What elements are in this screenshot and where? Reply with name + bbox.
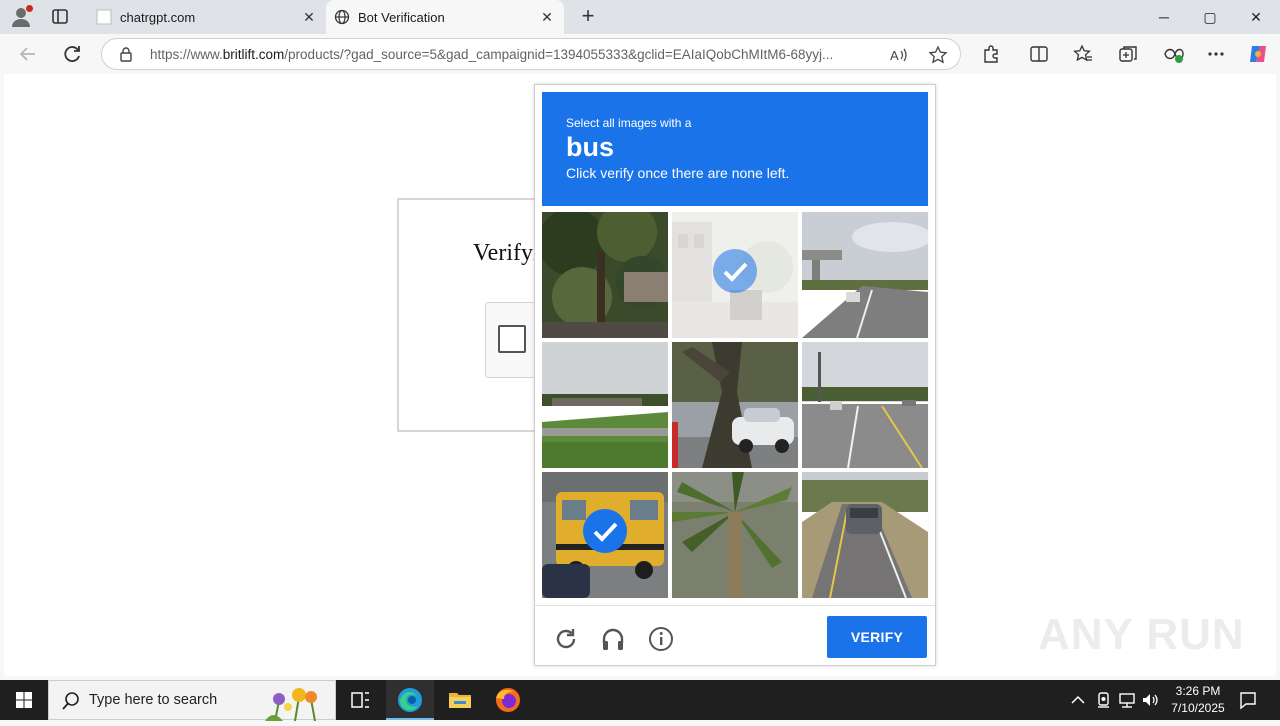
image-tile[interactable]	[802, 472, 928, 598]
close-window-button[interactable]: ✕	[1233, 0, 1279, 34]
browser-essentials-icon[interactable]	[1162, 44, 1184, 64]
tab-title: Bot Verification	[358, 10, 445, 25]
show-hidden-icons-chevron-up-icon[interactable]	[1068, 690, 1088, 710]
image-tile[interactable]	[672, 212, 798, 338]
volume-icon[interactable]	[1140, 690, 1160, 710]
watermark-text: ANY RUN	[1038, 610, 1245, 659]
copilot-icon[interactable]	[1247, 43, 1267, 63]
image-grid	[542, 212, 928, 598]
tab-strip: chatrgpt.com ✕ Bot Verification ✕ + ─ ▢ …	[0, 0, 1280, 34]
tab-close-icon[interactable]: ✕	[300, 8, 318, 26]
refresh-icon[interactable]	[59, 41, 85, 67]
refresh-icon[interactable]	[553, 626, 579, 652]
address-bar[interactable]: https://www.britlift.com/products/?gad_s…	[101, 38, 961, 70]
task-view-icon[interactable]	[336, 680, 384, 720]
image-tile[interactable]	[802, 342, 928, 468]
page-viewport: Verifyi Select all images with a bus Cli…	[4, 74, 1276, 676]
clock-date: 7/10/2025	[1171, 701, 1225, 715]
profile-avatar-icon[interactable]	[10, 5, 33, 28]
clock-time: 3:26 PM	[1175, 684, 1221, 698]
taskbar-search-box[interactable]: Type here to search	[48, 680, 336, 722]
back-arrow-icon[interactable]	[15, 41, 41, 67]
headphones-icon[interactable]	[600, 626, 626, 652]
image-tile[interactable]	[802, 212, 928, 338]
new-tab-button[interactable]: +	[576, 5, 600, 28]
windows-start-icon[interactable]	[0, 680, 48, 720]
firefox-icon[interactable]	[484, 680, 532, 720]
image-tile[interactable]	[672, 472, 798, 598]
search-placeholder: Type here to search	[89, 692, 218, 708]
maximize-button[interactable]: ▢	[1187, 0, 1233, 34]
favorites-icon[interactable]	[1073, 44, 1093, 64]
tab-close-icon[interactable]: ✕	[538, 8, 556, 26]
edge-browser-icon[interactable]	[386, 680, 434, 720]
tab-chatrgpt[interactable]: chatrgpt.com ✕	[88, 0, 326, 34]
profile-notification-dot	[26, 5, 33, 12]
url-domain: britlift.com	[222, 47, 285, 62]
notifications-icon[interactable]	[1238, 690, 1258, 710]
instruction-line: Select all images with a	[566, 116, 692, 130]
challenge-header: Select all images with a bus Click verif…	[542, 92, 928, 206]
browser-toolbar: https://www.britlift.com/products/?gad_s…	[0, 34, 1280, 74]
favorite-star-icon[interactable]	[928, 45, 948, 65]
tab-title: chatrgpt.com	[120, 10, 196, 25]
captcha-challenge: Select all images with a bus Click verif…	[534, 84, 936, 666]
blank-page-icon	[96, 9, 112, 25]
image-tile[interactable]	[542, 342, 668, 468]
captcha-checkbox[interactable]	[498, 325, 526, 353]
instruction-hint: Click verify once there are none left.	[566, 165, 790, 181]
verification-heading: Verifyi	[473, 240, 540, 266]
search-icon	[61, 691, 81, 711]
info-icon[interactable]	[648, 626, 674, 652]
read-aloud-icon[interactable]: A	[889, 45, 909, 65]
more-options-icon[interactable]	[1206, 44, 1226, 64]
challenge-footer: VERIFY	[535, 605, 935, 665]
meet-now-icon[interactable]	[1094, 690, 1114, 710]
checkmark-icon	[713, 249, 757, 293]
image-tile[interactable]	[672, 342, 798, 468]
collections-icon[interactable]	[1118, 44, 1138, 64]
url-text: https://www.britlift.com/products/?gad_s…	[150, 47, 880, 62]
tab-bot-verification[interactable]: Bot Verification ✕	[326, 0, 564, 34]
taskbar-clock[interactable]: 3:26 PM 7/10/2025	[1160, 683, 1236, 717]
minimize-button[interactable]: ─	[1141, 0, 1187, 34]
flowers-illustration-icon	[255, 681, 333, 722]
url-prefix: https://www.	[150, 47, 223, 62]
split-screen-icon[interactable]	[1029, 44, 1049, 64]
lock-icon[interactable]	[118, 46, 134, 62]
url-path: /products/?gad_source=5&gad_campaignid=1…	[284, 47, 834, 62]
verify-button[interactable]: VERIFY	[827, 616, 927, 658]
image-tile[interactable]	[542, 212, 668, 338]
target-word: bus	[566, 132, 615, 162]
tab-actions-icon[interactable]	[48, 6, 72, 28]
svg-text:A: A	[890, 48, 899, 63]
checkmark-icon	[583, 509, 627, 553]
taskbar: Type here to search 3:26 PM 7/10/2025	[0, 680, 1280, 722]
file-explorer-icon[interactable]	[436, 680, 484, 720]
network-icon[interactable]	[1117, 690, 1137, 710]
extensions-icon[interactable]	[981, 44, 1001, 64]
image-tile[interactable]	[542, 472, 668, 598]
globe-icon	[334, 9, 350, 25]
